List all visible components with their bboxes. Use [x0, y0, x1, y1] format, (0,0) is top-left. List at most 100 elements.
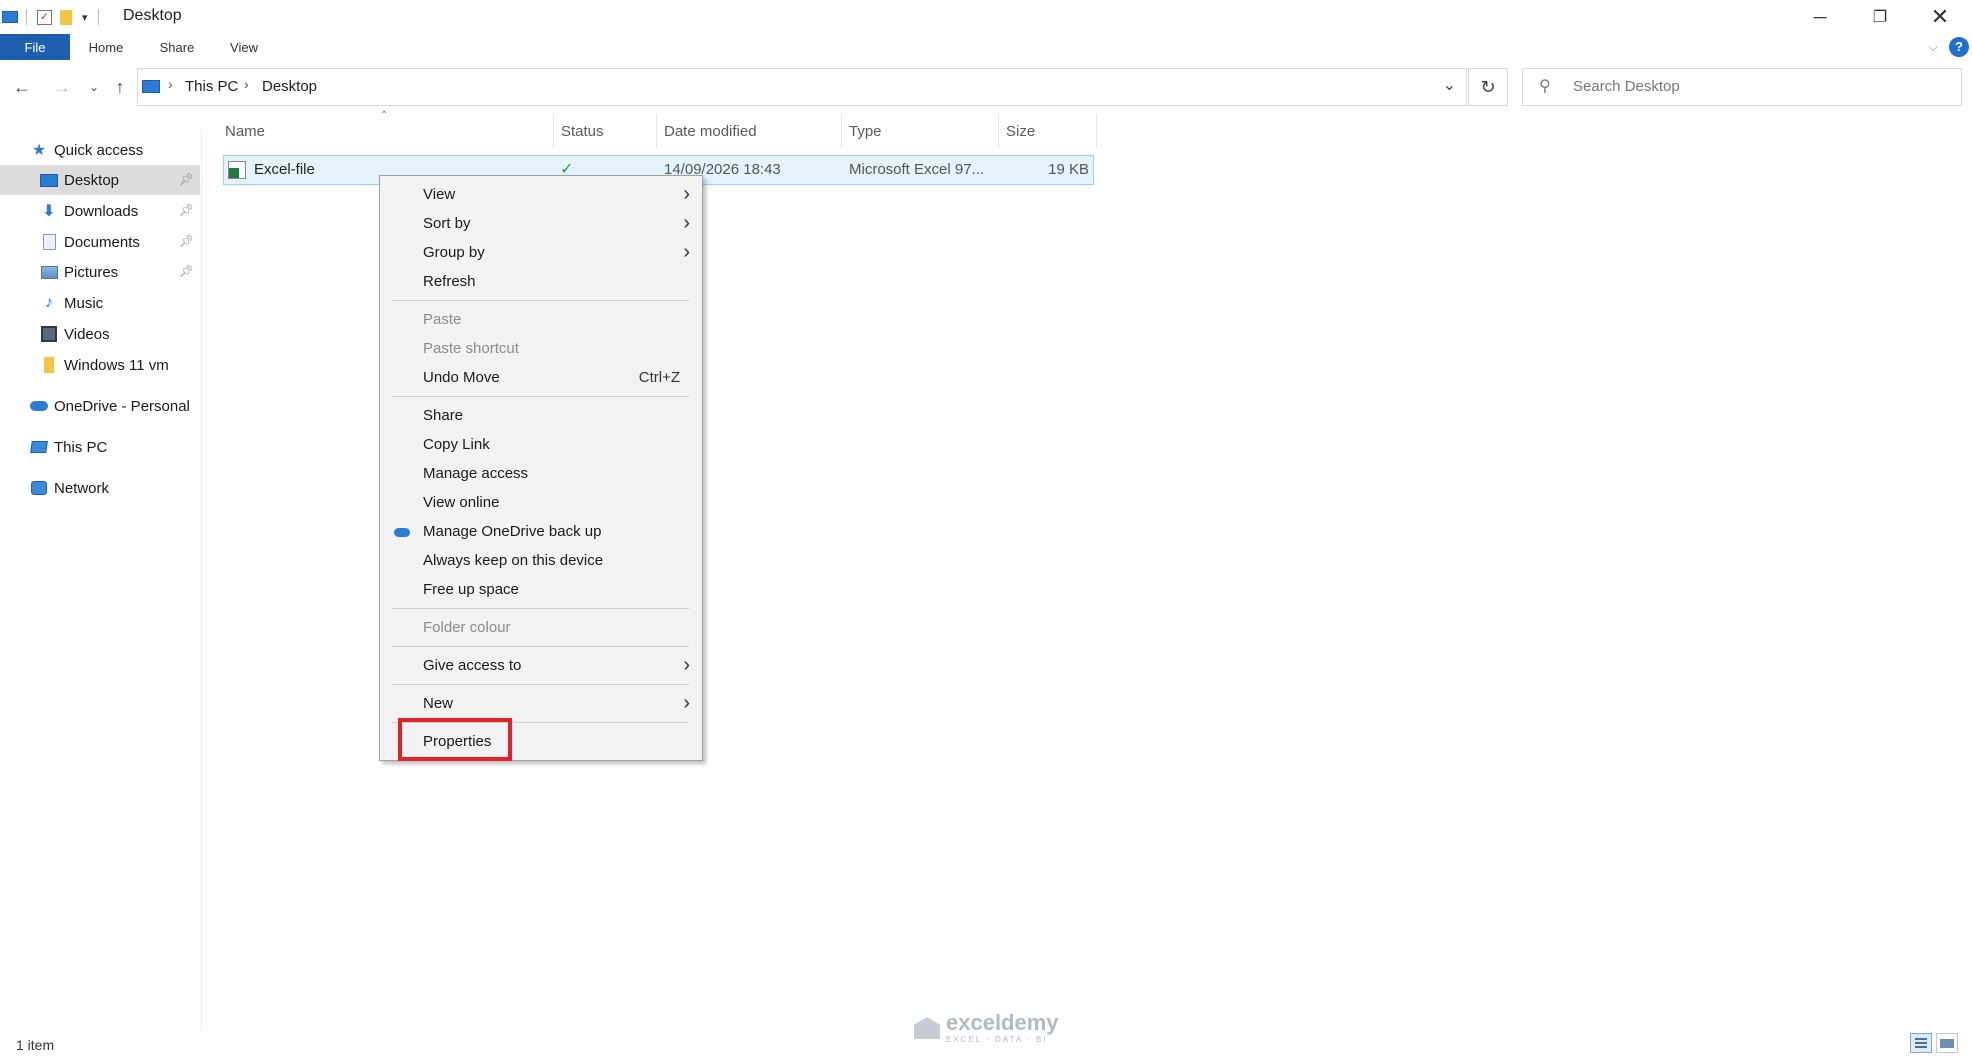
- menu-item-new[interactable]: New ›: [380, 690, 702, 718]
- search-box[interactable]: ⚲ Search Desktop: [1522, 68, 1962, 106]
- back-button[interactable]: ←: [10, 74, 34, 100]
- column-header-date-modified[interactable]: Date modified: [657, 118, 841, 144]
- file-size: 19 KB: [1048, 161, 1089, 178]
- menu-item-label: View: [423, 186, 456, 203]
- refresh-button[interactable]: ↻: [1468, 68, 1508, 106]
- divider: [26, 9, 27, 25]
- exceldemy-watermark: exceldemy EXCEL · DATA · BI: [914, 1012, 1059, 1044]
- menu-item-label: Free up space: [423, 581, 519, 598]
- sidebar-item-videos[interactable]: Videos: [0, 319, 200, 349]
- menu-item-label: Undo Move: [423, 369, 500, 386]
- pin-icon[interactable]: 📌︎: [179, 172, 194, 186]
- tab-view[interactable]: View: [220, 34, 268, 60]
- menu-item-give-access-to[interactable]: Give access to ›: [380, 652, 702, 680]
- sidebar-item-label: Desktop: [64, 171, 120, 189]
- restore-button[interactable]: ❐: [1850, 0, 1910, 34]
- help-button[interactable]: ?: [1948, 34, 1970, 60]
- sidebar-item-desktop[interactable]: Desktop 📌︎: [0, 165, 200, 195]
- pin-icon[interactable]: 📌︎: [179, 264, 194, 278]
- watermark-brand: exceldemy: [946, 1010, 1059, 1035]
- menu-item-paste: Paste: [380, 306, 702, 334]
- tab-share[interactable]: Share: [150, 34, 204, 60]
- menu-item-label: Group by: [423, 244, 485, 261]
- submenu-arrow-icon: ›: [683, 241, 690, 263]
- tab-home[interactable]: Home: [80, 34, 132, 60]
- explorer-window-icon: [2, 11, 18, 23]
- menu-item-label: Manage access: [423, 465, 529, 482]
- sidebar-item-label: Windows 11 vm: [64, 356, 169, 374]
- address-history-chevron-icon[interactable]: ⌄: [1443, 75, 1456, 95]
- breadcrumb-this-pc[interactable]: This PC: [185, 78, 238, 95]
- search-icon: ⚲: [1539, 78, 1551, 95]
- sidebar-item-label: Downloads: [64, 202, 139, 220]
- details-view-icon[interactable]: [1910, 1033, 1932, 1053]
- sidebar-item-documents[interactable]: Documents 📌︎: [0, 227, 200, 257]
- large-icons-view-icon[interactable]: [1936, 1033, 1958, 1053]
- ribbon-tabs: File Home Share View ⌵ ?: [0, 34, 1972, 60]
- up-button[interactable]: ↑: [108, 74, 132, 100]
- properties-checkbox-icon[interactable]: ✓: [37, 9, 52, 25]
- address-bar[interactable]: › This PC › Desktop ⌄: [137, 68, 1467, 106]
- menu-item-free-up-space[interactable]: Free up space: [380, 576, 702, 604]
- menu-item-always-keep-on-device[interactable]: Always keep on this device: [380, 547, 702, 575]
- menu-item-label: Give access to: [423, 657, 522, 674]
- pin-icon[interactable]: 📌︎: [179, 234, 194, 248]
- navigation-pane: ★ Quick access Desktop 📌︎ ⬇ Downloads 📌︎…: [0, 130, 202, 1030]
- window-title: Desktop: [123, 7, 182, 24]
- close-button[interactable]: ✕: [1910, 0, 1970, 34]
- menu-item-label: Paste: [423, 311, 462, 328]
- sidebar-item-windows-11-vm[interactable]: Windows 11 vm: [0, 350, 200, 380]
- menu-separator: [392, 300, 689, 301]
- column-header-status[interactable]: Status: [554, 118, 656, 144]
- recent-locations-button[interactable]: ⌄: [82, 74, 106, 100]
- onedrive-cloud-icon: [394, 528, 410, 537]
- column-header-name[interactable]: Name: [218, 118, 554, 144]
- search-input[interactable]: Search Desktop: [1573, 78, 1680, 95]
- sidebar-item-quick-access[interactable]: ★ Quick access: [0, 135, 200, 165]
- title-bar: ✓ ▾ Desktop ─ ❐ ✕: [0, 0, 1972, 34]
- breadcrumb-separator-icon: ›: [244, 76, 249, 92]
- minimize-button[interactable]: ─: [1790, 0, 1850, 34]
- menu-item-label: Manage OneDrive back up: [423, 523, 602, 540]
- file-name[interactable]: Excel-file: [254, 161, 315, 178]
- menu-item-view-online[interactable]: View online: [380, 489, 702, 517]
- sidebar-item-pictures[interactable]: Pictures 📌︎: [0, 257, 200, 287]
- tab-file[interactable]: File: [0, 34, 70, 60]
- menu-item-sort-by[interactable]: Sort by ›: [380, 210, 702, 238]
- column-header-size[interactable]: Size: [999, 118, 1095, 144]
- expand-ribbon-chevron-icon[interactable]: ⌵: [1920, 34, 1946, 60]
- menu-item-manage-onedrive-backup[interactable]: Manage OneDrive back up: [380, 518, 702, 546]
- file-type: Microsoft Excel 97...: [849, 161, 985, 178]
- column-divider[interactable]: [1096, 114, 1097, 148]
- this-pc-icon: [142, 80, 160, 93]
- menu-item-manage-access[interactable]: Manage access: [380, 460, 702, 488]
- menu-item-share[interactable]: Share: [380, 402, 702, 430]
- context-menu: View › Sort by › Group by › Refresh Past…: [379, 175, 703, 761]
- sidebar-item-onedrive[interactable]: OneDrive - Personal: [0, 391, 200, 421]
- menu-item-group-by[interactable]: Group by ›: [380, 239, 702, 267]
- sidebar-item-label: Pictures: [64, 263, 119, 281]
- sidebar-item-network[interactable]: Network: [0, 473, 200, 503]
- new-folder-icon[interactable]: [60, 9, 72, 25]
- forward-button[interactable]: →: [50, 74, 74, 100]
- menu-item-undo-move[interactable]: Undo Move Ctrl+Z: [380, 364, 702, 392]
- submenu-arrow-icon: ›: [683, 183, 690, 205]
- menu-item-view[interactable]: View ›: [380, 181, 702, 209]
- customize-toolbar-chevron-icon[interactable]: ▾: [82, 11, 88, 24]
- sidebar-item-this-pc[interactable]: This PC: [0, 432, 200, 462]
- menu-item-label: Share: [423, 407, 464, 424]
- quick-access-toolbar: ✓ ▾: [0, 8, 99, 26]
- menu-item-label: Always keep on this device: [423, 552, 604, 569]
- pin-icon[interactable]: 📌︎: [179, 203, 194, 217]
- onedrive-cloud-icon: [30, 397, 48, 415]
- menu-separator: [392, 684, 689, 685]
- help-icon: ?: [1949, 37, 1969, 57]
- column-header-type[interactable]: Type: [842, 118, 998, 144]
- menu-item-label: Refresh: [423, 273, 476, 290]
- menu-item-refresh[interactable]: Refresh: [380, 268, 702, 296]
- breadcrumb-desktop[interactable]: Desktop: [262, 78, 317, 95]
- sidebar-item-music[interactable]: ♪ Music: [0, 288, 200, 318]
- videos-icon: [40, 325, 58, 343]
- menu-item-copy-link[interactable]: Copy Link: [380, 431, 702, 459]
- sidebar-item-downloads[interactable]: ⬇ Downloads 📌︎: [0, 196, 200, 226]
